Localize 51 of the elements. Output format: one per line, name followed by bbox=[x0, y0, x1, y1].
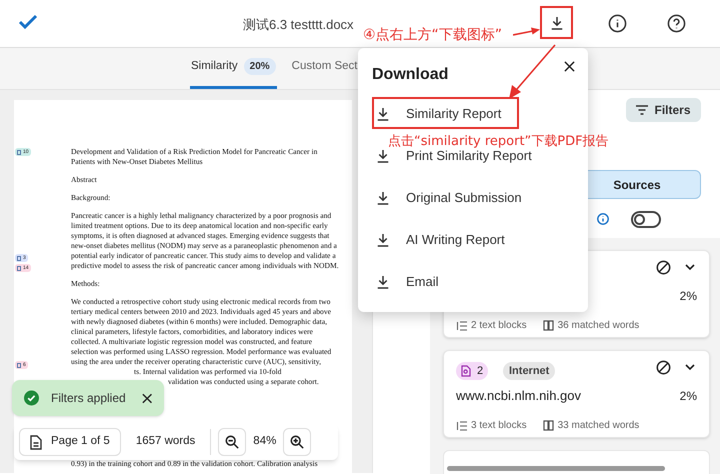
match-percent: 2% bbox=[680, 388, 697, 405]
info-icon[interactable] bbox=[608, 14, 627, 33]
text-blocks-count: 3 text blocks bbox=[471, 419, 527, 433]
document-title: 测试6.3 testttt.docx bbox=[243, 16, 354, 34]
check-circle-icon bbox=[24, 390, 39, 406]
annotation-arrow bbox=[513, 26, 540, 38]
zoom-in-icon bbox=[290, 435, 304, 449]
toggle-switch[interactable] bbox=[631, 211, 661, 228]
source-url[interactable]: www.ncbi.nlm.nih.gov bbox=[456, 386, 581, 406]
matched-words-count: 33 matched words bbox=[558, 419, 640, 433]
source-type-tag: Internet bbox=[503, 362, 556, 380]
menu-title: Download bbox=[372, 65, 448, 85]
annotation-arrow bbox=[507, 44, 557, 100]
zoom-out-button[interactable] bbox=[218, 428, 246, 456]
zoom-level: 84% bbox=[253, 434, 276, 450]
chevron-down-icon[interactable] bbox=[685, 364, 695, 371]
tab[interactable]: Custom Sect bbox=[290, 47, 358, 89]
scrollbar[interactable] bbox=[447, 466, 665, 471]
toast-message: Filters applied bbox=[50, 390, 126, 407]
percent-badge: 20% bbox=[244, 58, 276, 75]
source-card[interactable]: 2 Internet www.ncbi.nlm.nih.gov 2% 3 text blocks 33 matched words bbox=[443, 350, 710, 438]
text-blocks-count: 2 text blocks bbox=[471, 319, 527, 333]
document-search-icon bbox=[461, 365, 471, 377]
menu-item[interactable]: Original Submission bbox=[374, 184, 522, 212]
text-blocks-icon bbox=[456, 320, 467, 330]
zoom-out-icon bbox=[225, 435, 240, 449]
zoom-in-button[interactable] bbox=[283, 428, 312, 456]
filters-button[interactable]: Filters bbox=[626, 98, 701, 122]
match-percent: 2% bbox=[680, 288, 697, 305]
chevron-down-icon[interactable] bbox=[685, 264, 695, 271]
source-number-badge: 2 bbox=[456, 362, 488, 380]
word-count: 1657 words bbox=[136, 434, 196, 450]
menu-item[interactable]: Email bbox=[374, 268, 439, 296]
exclude-icon[interactable] bbox=[656, 260, 671, 275]
text-blocks-icon bbox=[456, 420, 467, 430]
matched-words-icon bbox=[542, 420, 554, 431]
page-button[interactable]: Page 1 of 5 bbox=[19, 428, 121, 456]
filter-icon bbox=[636, 105, 648, 115]
annotation-text: 点击“similarity report”下载PDF报告 bbox=[388, 133, 609, 150]
matched-words-icon bbox=[542, 320, 554, 331]
checkmark-icon bbox=[18, 14, 38, 30]
help-icon[interactable] bbox=[667, 14, 686, 33]
exclude-icon[interactable] bbox=[656, 360, 671, 375]
annotation-text: ④点右上方“下载图标” bbox=[363, 26, 502, 45]
close-icon[interactable] bbox=[564, 61, 575, 72]
menu-item[interactable]: AI Writing Report bbox=[374, 226, 505, 254]
menu-item[interactable]: Similarity Report bbox=[374, 100, 502, 128]
document-icon bbox=[30, 434, 42, 450]
matched-words-count: 36 matched words bbox=[558, 319, 640, 333]
highlight-frame bbox=[540, 6, 573, 39]
close-icon[interactable] bbox=[142, 392, 152, 404]
